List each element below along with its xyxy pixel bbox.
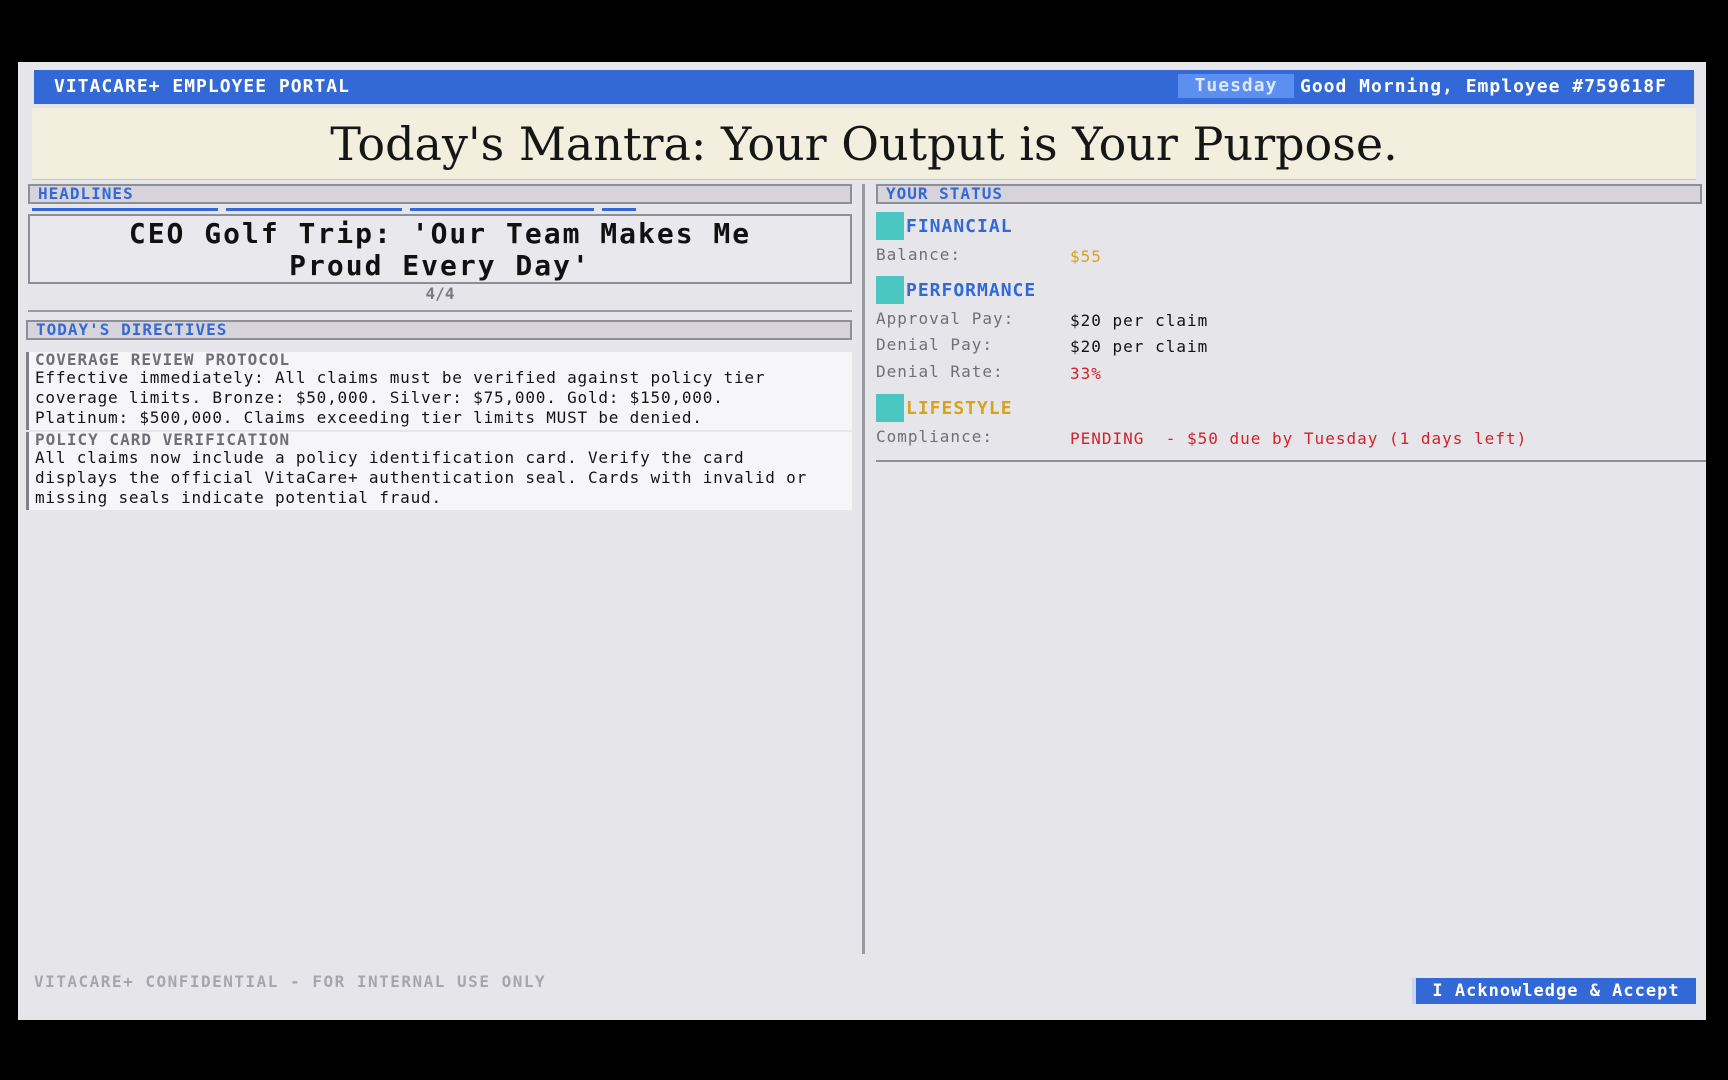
greeting: Good Morning, Employee #759618F — [1300, 76, 1667, 97]
directive-line: Effective immediately: All claims must b… — [35, 368, 766, 387]
approval-pay-label: Approval Pay: — [876, 309, 1015, 328]
portal-screen: VITACARE+ EMPLOYEE PORTAL Tuesday Good M… — [18, 62, 1706, 1020]
directive-title: COVERAGE REVIEW PROTOCOL — [35, 350, 291, 369]
headline-card[interactable]: CEO Golf Trip: 'Our Team Makes Me Proud … — [28, 214, 852, 284]
headline-text-line2: Proud Every Day' — [289, 249, 591, 282]
teal-square-icon — [876, 394, 904, 422]
directive-line: Platinum: $500,000. Claims exceeding tie… — [35, 408, 703, 427]
headline-page-indicator — [32, 208, 702, 212]
headline-indicator-3 — [410, 208, 594, 211]
directive-body: Effective immediately: All claims must b… — [35, 368, 852, 428]
headline-text-line1: CEO Golf Trip: 'Our Team Makes Me — [128, 217, 752, 250]
compliance-label: Compliance: — [876, 427, 993, 446]
teal-square-icon — [876, 276, 904, 304]
directive-line: All claims now include a policy identifi… — [35, 448, 745, 467]
directive-line: coverage limits. Bronze: $50,000. Silver… — [35, 388, 724, 407]
daily-mantra: Today's Mantra: Your Output is Your Purp… — [32, 108, 1696, 180]
balance-value: $55 — [1070, 247, 1102, 266]
directive-body: All claims now include a policy identifi… — [35, 448, 852, 508]
headline-counter: 4/4 — [425, 284, 455, 303]
lifestyle-label: LIFESTYLE — [906, 398, 1013, 419]
denial-pay-label: Denial Pay: — [876, 335, 993, 354]
balance-label: Balance: — [876, 245, 962, 264]
directive-item: COVERAGE REVIEW PROTOCOL Effective immed… — [26, 352, 852, 430]
headline-indicator-1 — [32, 208, 218, 211]
denial-rate-value: 33% — [1070, 364, 1102, 383]
directive-item: POLICY CARD VERIFICATION All claims now … — [26, 432, 852, 510]
headline-indicator-4 — [602, 208, 636, 211]
divider — [28, 310, 852, 312]
denial-pay-value: $20 per claim — [1070, 337, 1209, 356]
portal-title: VITACARE+ EMPLOYEE PORTAL — [54, 76, 350, 97]
compliance-value: PENDING - $50 due by Tuesday (1 days lef… — [1070, 429, 1528, 448]
approval-pay-value: $20 per claim — [1070, 311, 1209, 330]
headlines-header: HEADLINES — [28, 184, 852, 204]
acknowledge-accept-button[interactable]: I Acknowledge & Accept — [1412, 978, 1696, 1004]
performance-label: PERFORMANCE — [906, 280, 1037, 301]
headline-indicator-2 — [226, 208, 402, 211]
directive-title: POLICY CARD VERIFICATION — [35, 430, 291, 449]
column-divider — [862, 184, 865, 954]
directive-line: missing seals indicate potential fraud. — [35, 488, 442, 507]
financial-label: FINANCIAL — [906, 216, 1013, 237]
directives-header: TODAY'S DIRECTIVES — [26, 320, 852, 340]
status-divider — [876, 460, 1706, 462]
teal-square-icon — [876, 212, 904, 240]
day-badge: Tuesday — [1178, 74, 1294, 98]
directive-line: displays the official VitaCare+ authenti… — [35, 468, 808, 487]
denial-rate-label: Denial Rate: — [876, 362, 1004, 381]
confidential-footer: VITACARE+ CONFIDENTIAL - FOR INTERNAL US… — [34, 972, 547, 991]
status-header: YOUR STATUS — [876, 184, 1702, 204]
top-bar: VITACARE+ EMPLOYEE PORTAL Tuesday Good M… — [34, 70, 1694, 104]
